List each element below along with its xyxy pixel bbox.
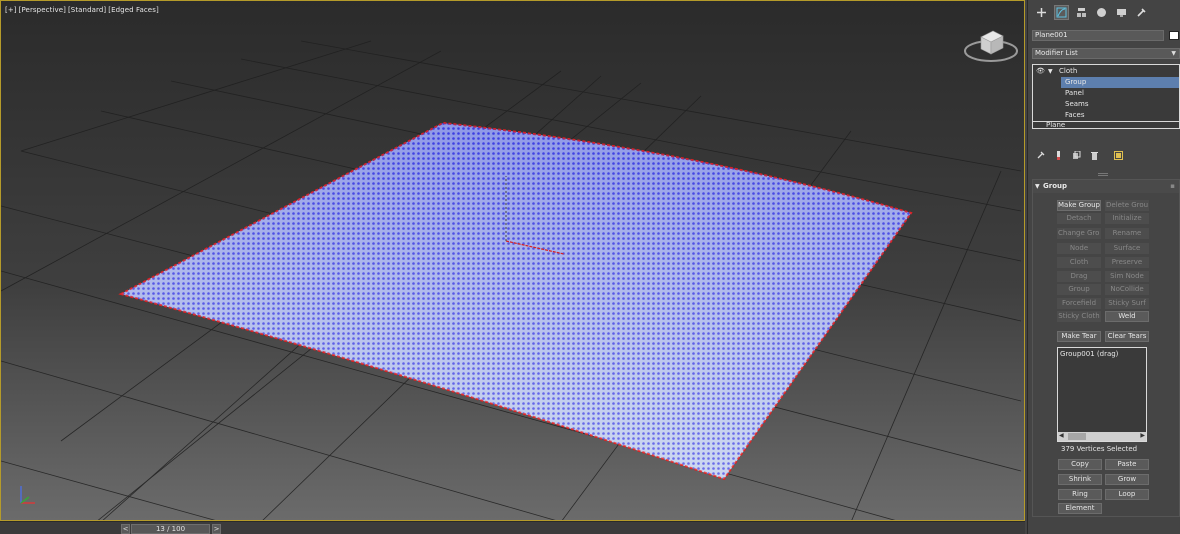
drag-button[interactable]: Drag (1057, 271, 1101, 282)
clear-tears-button[interactable]: Clear Tears (1105, 331, 1149, 342)
viewport-label[interactable]: [+] [Perspective] [Standard] [Edged Faces] (5, 6, 161, 14)
forcefield-button[interactable]: Forcefield (1057, 298, 1101, 309)
chevron-down-icon: ▼ (1171, 50, 1176, 57)
node-button[interactable]: Node (1057, 243, 1101, 254)
vertices-selected-status: 379 Vertices Selected (1061, 445, 1138, 453)
group-list-box[interactable]: Group001 (drag) ◀ ▶ (1057, 347, 1147, 442)
stack-subobject-group-label: Group (1065, 78, 1087, 86)
group-rollout-title: Group (1043, 182, 1068, 190)
command-panel: Plane001 Modifier List ▼ 👁 ▼ Cloth Group… (1027, 0, 1180, 534)
stack-subobject-faces-label: Faces (1065, 111, 1085, 119)
delete-group-button[interactable]: Delete Group (1105, 200, 1149, 211)
cloth-button[interactable]: Cloth (1057, 257, 1101, 268)
group-list-scrollbar[interactable]: ◀ ▶ (1058, 432, 1146, 441)
scroll-right-icon[interactable]: ▶ (1140, 432, 1145, 439)
create-icon[interactable] (1034, 5, 1049, 20)
preserve-button[interactable]: Preserve (1105, 257, 1149, 268)
configure-modifier-sets-icon[interactable] (1112, 149, 1124, 161)
rename-button[interactable]: Rename (1105, 228, 1149, 239)
display-icon[interactable] (1114, 5, 1129, 20)
eye-icon[interactable]: 👁 (1036, 66, 1045, 77)
viewport-menu-plus[interactable]: [+] (5, 6, 17, 14)
group-list-item[interactable]: Group001 (drag) (1060, 350, 1118, 358)
scene-canvas[interactable] (1, 1, 1025, 521)
detach-button[interactable]: Detach (1057, 213, 1101, 224)
weld-button[interactable]: Weld (1105, 311, 1149, 322)
stack-item-plane[interactable]: Plane (1046, 120, 1176, 131)
modifier-list-label: Modifier List (1035, 49, 1078, 57)
group-rollout: ▼ Group ▪ Make Group Delete Group Detach… (1032, 179, 1180, 517)
change-group-button[interactable]: Change Group (1057, 228, 1101, 239)
paste-button[interactable]: Paste (1105, 459, 1149, 470)
sim-node-button[interactable]: Sim Node (1105, 271, 1149, 282)
command-panel-tabs (1032, 5, 1180, 25)
axis-tripod-icon (20, 486, 35, 504)
cloth-mesh[interactable] (118, 121, 913, 481)
group-button[interactable]: Group (1057, 284, 1101, 295)
group-rollout-header[interactable]: ▼ Group ▪ (1033, 180, 1179, 193)
utilities-icon[interactable] (1134, 5, 1149, 20)
nocollide-button[interactable]: NoCollide (1105, 284, 1149, 295)
expand-triangle-icon[interactable]: ▼ (1048, 66, 1053, 77)
stack-subobject-seams[interactable]: Seams (1065, 99, 1175, 110)
viewport-shading-standard[interactable]: [Standard] (68, 6, 106, 14)
stack-subobject-panel-label: Panel (1065, 89, 1084, 97)
stack-toolbar (1032, 148, 1180, 162)
hierarchy-icon[interactable] (1074, 5, 1089, 20)
stack-item-cloth-label: Cloth (1059, 67, 1078, 75)
stack-subobject-panel[interactable]: Panel (1065, 88, 1175, 99)
object-name-field[interactable]: Plane001 (1032, 30, 1164, 41)
pin-stack-icon[interactable] (1034, 149, 1046, 161)
prev-frame-button[interactable]: < (121, 524, 130, 534)
scroll-thumb[interactable] (1068, 433, 1086, 440)
copy-button[interactable]: Copy (1058, 459, 1102, 470)
show-end-result-icon[interactable] (1052, 149, 1064, 161)
sticky-cloth-button[interactable]: Sticky Cloth (1057, 311, 1101, 322)
collapse-triangle-icon: ▼ (1035, 183, 1040, 190)
rollout-grip-icon: ▪ (1170, 182, 1175, 190)
initialize-button[interactable]: Initialize (1105, 213, 1149, 224)
perspective-viewport[interactable]: [+] [Perspective] [Standard] [Edged Faces] (0, 0, 1025, 521)
ring-button[interactable]: Ring (1058, 489, 1102, 500)
remove-modifier-icon[interactable] (1088, 149, 1100, 161)
motion-icon[interactable] (1094, 5, 1109, 20)
stack-item-plane-label: Plane (1046, 121, 1066, 129)
stack-subobject-group[interactable]: Group (1061, 77, 1179, 88)
make-unique-icon[interactable] (1070, 149, 1082, 161)
object-color-swatch[interactable] (1169, 31, 1179, 40)
sticky-surf-button[interactable]: Sticky Surf (1105, 298, 1149, 309)
grow-button[interactable]: Grow (1105, 474, 1149, 485)
element-button[interactable]: Element (1058, 503, 1102, 514)
make-tear-button[interactable]: Make Tear (1057, 331, 1101, 342)
stack-item-cloth[interactable]: 👁 ▼ Cloth (1033, 66, 1179, 77)
modify-icon[interactable] (1054, 5, 1069, 20)
time-slider[interactable]: 13 / 100 (131, 524, 210, 534)
viewport-display-mode[interactable]: [Edged Faces] (108, 6, 159, 14)
time-slider-bar: < 13 / 100 > (0, 521, 1025, 534)
panel-divider-grip[interactable] (1098, 173, 1108, 176)
viewcube-icon[interactable] (961, 21, 1021, 65)
stack-subobject-seams-label: Seams (1065, 100, 1089, 108)
make-group-button[interactable]: Make Group (1057, 200, 1101, 211)
loop-button[interactable]: Loop (1105, 489, 1149, 500)
surface-button[interactable]: Surface (1105, 243, 1149, 254)
modifier-stack: 👁 ▼ Cloth Group Panel Seams Faces Plane (1032, 64, 1180, 129)
next-frame-button[interactable]: > (212, 524, 221, 534)
modifier-list-dropdown[interactable]: Modifier List ▼ (1032, 48, 1180, 59)
shrink-button[interactable]: Shrink (1058, 474, 1102, 485)
viewport-point-of-view[interactable]: [Perspective] (19, 6, 66, 14)
scroll-left-icon[interactable]: ◀ (1059, 432, 1064, 439)
